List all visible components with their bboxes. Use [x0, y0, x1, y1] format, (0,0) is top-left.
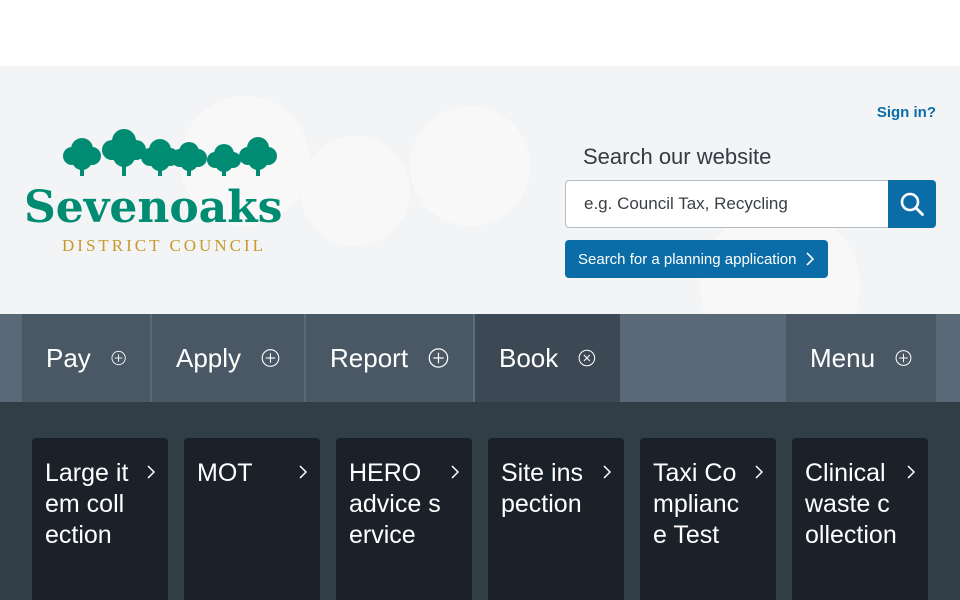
plus-circle-icon [261, 349, 280, 367]
service-card-label: Large item collection [45, 459, 129, 549]
service-card-label: Clinical waste collection [805, 459, 897, 549]
search-form [565, 180, 936, 228]
search-input[interactable] [565, 180, 888, 228]
service-card-label: HERO advice service [349, 459, 441, 549]
plus-circle-icon [428, 348, 449, 368]
nav-edge [938, 314, 960, 402]
nav-item-menu[interactable]: Menu [784, 314, 938, 402]
chevron-right-icon [755, 465, 764, 479]
service-card-label: Taxi Compliance Test [653, 459, 740, 549]
planning-application-label: Search for a planning application [578, 250, 797, 268]
planning-application-button[interactable]: Search for a planning application [565, 240, 829, 278]
nav-item-label: Pay [46, 342, 91, 373]
search-label: Search our website [583, 144, 772, 169]
nav-spacer [622, 314, 784, 402]
close-circle-icon [578, 349, 596, 367]
service-card-site-inspection[interactable]: Site inspection [488, 438, 624, 600]
nav-item-label: Book [499, 342, 559, 373]
service-card-hero-advice-service[interactable]: HERO advice service [336, 438, 472, 600]
nav-item-label: Apply [176, 342, 242, 373]
search-icon [900, 192, 924, 216]
plus-circle-icon [111, 350, 126, 366]
top-bar [0, 0, 960, 66]
chevron-right-icon [907, 465, 916, 479]
nav-item-label: Report [330, 342, 409, 373]
service-card-label: Site inspection [501, 459, 583, 518]
nav-item-report[interactable]: Report [306, 314, 475, 402]
sign-in-link[interactable]: Sign in? [877, 104, 936, 121]
logo-subtitle: DISTRICT COUNCIL [62, 236, 266, 255]
oak-trees-icon: Sevenoaks DISTRICT COUNCIL [24, 129, 282, 255]
chevron-right-icon [451, 465, 460, 479]
service-card-clinical-waste-collection[interactable]: Clinical waste collection [792, 438, 928, 600]
background-tree-shape [410, 106, 530, 226]
nav-item-apply[interactable]: Apply [152, 314, 306, 402]
search-button[interactable] [888, 180, 936, 228]
chevron-right-icon [806, 252, 815, 266]
chevron-right-icon [147, 465, 156, 479]
service-card-taxi-compliance-test[interactable]: Taxi Compliance Test [640, 438, 776, 600]
nav-menu-label: Menu [810, 342, 876, 373]
book-dropdown-panel: Large item collection MOT HERO advice se… [0, 402, 960, 600]
site-header: Sevenoaks DISTRICT COUNCIL Sign in? Sear… [0, 66, 960, 314]
service-card-label: MOT [197, 459, 253, 487]
council-logo[interactable]: Sevenoaks DISTRICT COUNCIL [24, 126, 336, 256]
plus-circle-icon [895, 350, 912, 366]
nav-item-book[interactable]: Book [475, 314, 622, 402]
nav-item-pay[interactable]: Pay [22, 314, 152, 402]
logo-name: Sevenoaks [24, 182, 282, 233]
service-nav: Pay Apply Report Book Menu [0, 314, 960, 402]
chevron-right-icon [299, 465, 308, 479]
service-card-mot[interactable]: MOT [184, 438, 320, 600]
chevron-right-icon [603, 465, 612, 479]
nav-edge [0, 314, 22, 402]
service-card-large-item-collection[interactable]: Large item collection [32, 438, 168, 600]
